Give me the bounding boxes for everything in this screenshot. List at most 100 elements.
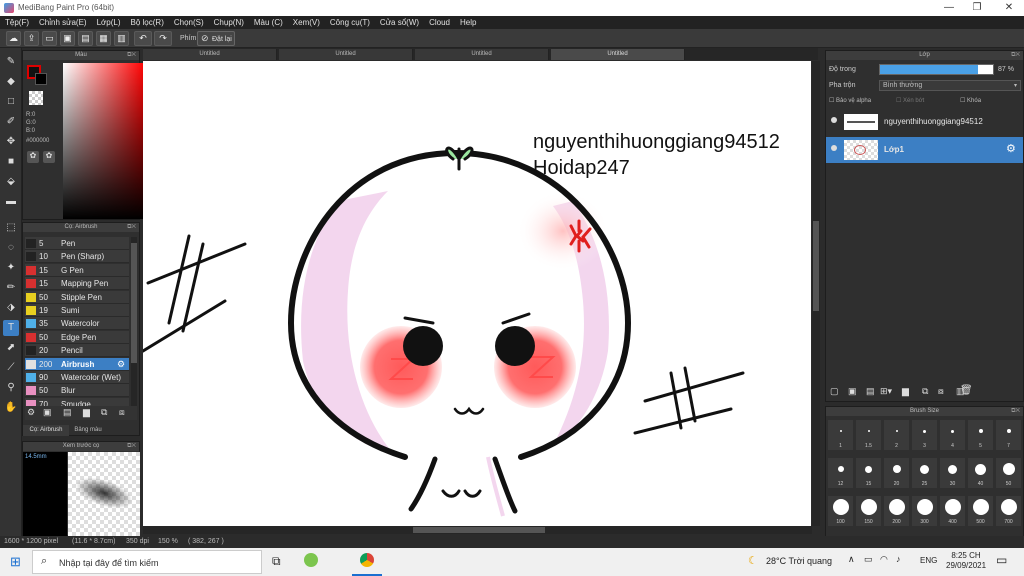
- eraser-tool-icon[interactable]: ◆: [3, 74, 19, 90]
- bucket-tool-icon[interactable]: ⬙: [3, 174, 19, 190]
- brush-item[interactable]: 19 Sumi: [25, 304, 129, 317]
- menu-window[interactable]: Cửa sổ(W): [375, 16, 424, 27]
- redo-icon[interactable]: ↷: [154, 31, 172, 46]
- brush-size-cell[interactable]: 150: [856, 496, 881, 526]
- brush-item[interactable]: 200 Airbrush ⚙: [25, 357, 129, 371]
- brush-size-cell[interactable]: 4: [940, 420, 965, 450]
- layer-settings-icon[interactable]: ⚙: [1006, 142, 1016, 155]
- eyedropper-icon[interactable]: ⚲: [3, 380, 19, 396]
- new-8bit-layer-icon[interactable]: ▤: [866, 386, 875, 397]
- cloud-icon[interactable]: ☁: [6, 31, 21, 46]
- brush-item[interactable]: 50 Stipple Pen: [25, 290, 129, 304]
- tray-chevron-icon[interactable]: ∧: [848, 554, 855, 565]
- vertical-scroll-thumb[interactable]: [813, 221, 819, 311]
- menu-tools[interactable]: Công cụ(T): [325, 16, 375, 27]
- notification-icon[interactable]: ▭: [996, 553, 1007, 567]
- close-button[interactable]: ✕: [994, 0, 1024, 16]
- brush-list-scrollbar[interactable]: [131, 237, 137, 415]
- menu-color[interactable]: Màu (C): [249, 16, 288, 27]
- pen-tool-icon[interactable]: ✐: [3, 114, 19, 130]
- weather-text[interactable]: 28°C Trời quang: [766, 556, 832, 566]
- brush-item[interactable]: 50 Blur: [25, 384, 129, 398]
- language-indicator[interactable]: ENG: [920, 556, 937, 565]
- saturation-value-picker[interactable]: [63, 63, 145, 219]
- brush-size-cell[interactable]: 5: [968, 420, 993, 450]
- panel-close-icon[interactable]: ⧉✕: [1011, 407, 1020, 416]
- text-tool-icon[interactable]: T: [3, 320, 19, 336]
- panel-close-icon[interactable]: ⧉✕: [127, 442, 136, 451]
- add-layer-dropdown-icon[interactable]: ⊞▾: [880, 386, 892, 397]
- network-icon[interactable]: ▭: [864, 554, 873, 565]
- chrome-taskbar-icon[interactable]: [360, 553, 374, 567]
- new-layer-icon[interactable]: ▢: [830, 386, 839, 397]
- brush-size-cell[interactable]: 20: [884, 458, 909, 488]
- brush-tool-icon[interactable]: ✎: [3, 54, 19, 70]
- layer-row[interactable]: Lớp1 ⚙: [826, 137, 1023, 163]
- brush-item[interactable]: 5 Pen: [25, 237, 129, 250]
- tab-brush[interactable]: Cọ: Airbrush: [23, 425, 69, 436]
- menu-cloud[interactable]: Cloud: [424, 16, 455, 27]
- protect-alpha-checkbox[interactable]: ☐ Bảo vệ alpha: [829, 97, 871, 104]
- select-tool-icon[interactable]: ⬚: [3, 220, 19, 236]
- tab-untitled-2[interactable]: Untitled: [279, 49, 413, 60]
- transparent-swatch[interactable]: [29, 91, 43, 105]
- volume-icon[interactable]: ♪: [896, 554, 901, 564]
- delete-layer-icon[interactable]: 🗑: [960, 385, 973, 396]
- minimize-button[interactable]: —: [934, 0, 964, 16]
- merge-layer-icon[interactable]: ⧇: [938, 386, 944, 397]
- page-icon[interactable]: ▤: [78, 31, 93, 46]
- secondary-color-swatch[interactable]: [35, 73, 47, 85]
- reset-button[interactable]: ⊘ Đặt lại: [197, 31, 235, 46]
- brush-item[interactable]: 15 G Pen: [25, 263, 129, 277]
- palette-icon[interactable]: ✿: [27, 151, 39, 163]
- panel-close-icon[interactable]: ⧉✕: [127, 51, 136, 60]
- brush-item[interactable]: 20 Pencil: [25, 344, 129, 358]
- add-brush-icon[interactable]: ▣: [43, 407, 52, 418]
- tab-untitled-4[interactable]: Untitled: [551, 49, 685, 60]
- duplicate-layer-icon[interactable]: ⧉: [922, 386, 928, 397]
- brush-size-cell[interactable]: 1.5: [856, 420, 881, 450]
- brush-settings-icon[interactable]: ⚙: [27, 407, 35, 418]
- brush-item[interactable]: 35 Watercolor: [25, 317, 129, 331]
- copy-brush-icon[interactable]: ⧉: [101, 407, 107, 418]
- operation-tool-icon[interactable]: ⬈: [3, 340, 19, 356]
- brush-size-cell[interactable]: 400: [940, 496, 965, 526]
- brush-settings-icon[interactable]: ⚙: [117, 359, 125, 370]
- visibility-eye-icon[interactable]: [831, 145, 837, 151]
- app-taskbar-icon[interactable]: [304, 553, 318, 567]
- horizontal-scroll-thumb[interactable]: [413, 527, 545, 533]
- menu-edit[interactable]: Chỉnh sửa(E): [34, 16, 92, 27]
- menu-layer[interactable]: Lớp(L): [92, 16, 126, 27]
- brush-size-cell[interactable]: 300: [912, 496, 937, 526]
- delete-brush-icon[interactable]: ⧈: [119, 407, 125, 418]
- brush-size-cell[interactable]: 50: [996, 458, 1021, 488]
- layer-folder-icon[interactable]: ▆: [902, 386, 909, 397]
- menu-snap[interactable]: Chụp(N): [209, 16, 249, 27]
- drawing-canvas[interactable]: nguyenthihuonggiang94512 Hoidap247: [143, 61, 811, 526]
- share-icon[interactable]: ⇪: [24, 31, 39, 46]
- hand-tool-icon[interactable]: ✋: [3, 400, 19, 416]
- select-eraser-icon[interactable]: ⬗: [3, 300, 19, 316]
- export-icon[interactable]: ▥: [114, 31, 129, 46]
- lasso-tool-icon[interactable]: ◌: [3, 240, 19, 256]
- brush-size-cell[interactable]: 700: [996, 496, 1021, 526]
- taskbar-clock[interactable]: 8:25 CH 29/09/2021: [946, 551, 986, 571]
- brush-folder-icon[interactable]: ▤: [63, 407, 72, 418]
- maximize-button[interactable]: ❐: [962, 0, 992, 16]
- menu-file[interactable]: Tệp(F): [0, 16, 34, 27]
- brush-size-cell[interactable]: 3: [912, 420, 937, 450]
- brush-item[interactable]: 10 Pen (Sharp): [25, 250, 129, 264]
- undo-icon[interactable]: ↶: [134, 31, 152, 46]
- canvas-vertical-scrollbar[interactable]: [812, 61, 820, 526]
- blend-select[interactable]: Bình thường ▾: [879, 80, 1021, 91]
- picker-icon[interactable]: ✿: [43, 151, 55, 163]
- gradient-tool-icon[interactable]: ▬: [3, 194, 19, 210]
- brush-size-cell[interactable]: 200: [884, 496, 909, 526]
- clipping-checkbox[interactable]: ☐ Xén bớt: [896, 97, 924, 104]
- fill-rect-tool-icon[interactable]: ■: [3, 154, 19, 170]
- grid-icon[interactable]: ▦: [96, 31, 111, 46]
- magic-wand-icon[interactable]: ✦: [3, 260, 19, 276]
- new-halftone-layer-icon[interactable]: ▣: [848, 386, 857, 397]
- start-windows-icon[interactable]: ⊞: [10, 554, 21, 570]
- brush-size-cell[interactable]: 1: [828, 420, 853, 450]
